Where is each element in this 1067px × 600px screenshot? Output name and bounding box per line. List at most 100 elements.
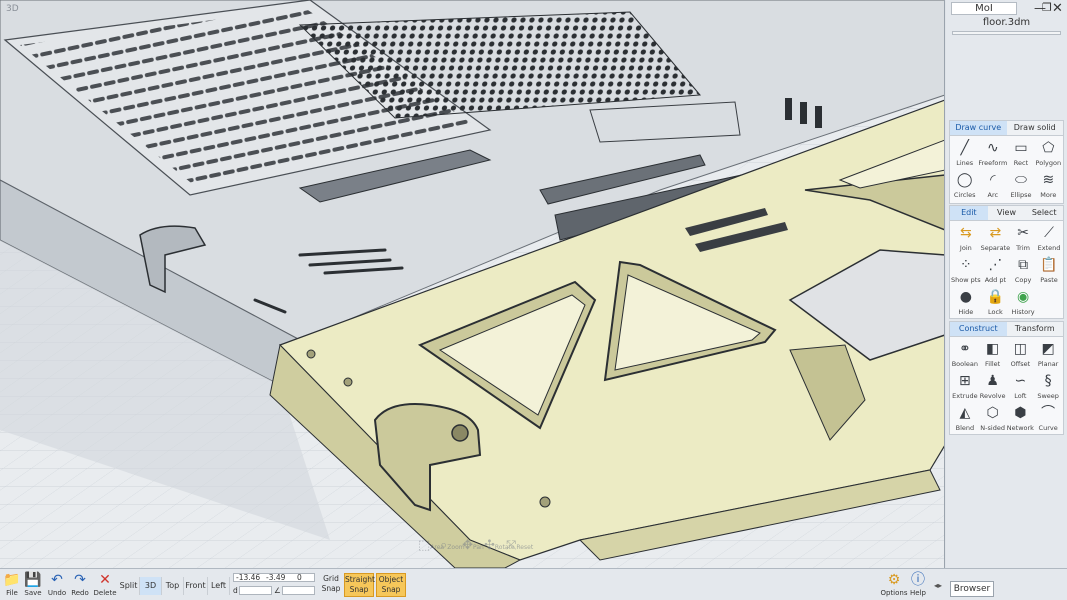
- straight-snap-toggle[interactable]: Straight Snap: [344, 573, 375, 597]
- join-button[interactable]: ⇆ Join: [951, 223, 981, 255]
- delete-button[interactable]: ✕ Delete: [93, 571, 117, 598]
- tab-view[interactable]: View: [988, 206, 1026, 220]
- delete-x-icon: ✕: [99, 572, 111, 588]
- tab-select[interactable]: Select: [1025, 206, 1063, 220]
- tab-draw-curve[interactable]: Draw curve: [950, 121, 1007, 135]
- paste-button[interactable]: 📋 Paste: [1036, 255, 1062, 287]
- paste-icon: 📋: [1040, 257, 1058, 273]
- loft-button[interactable]: ∽ Loft: [1007, 371, 1035, 403]
- lock-icon: 🔒: [986, 289, 1005, 305]
- command-options-area: [952, 31, 1061, 35]
- view-split-button[interactable]: Split: [118, 577, 140, 595]
- add-pt-icon: ⋰: [988, 257, 1003, 273]
- trim-button[interactable]: ✂ Trim: [1010, 223, 1036, 255]
- tab-edit[interactable]: Edit: [950, 206, 988, 220]
- tab-draw-solid[interactable]: Draw solid: [1007, 121, 1064, 135]
- object-snap-toggle[interactable]: Object Snap: [376, 573, 406, 597]
- polygon-icon: ⬠: [1042, 140, 1055, 156]
- sweep-button[interactable]: § Sweep: [1034, 371, 1062, 403]
- loft-icon: ∽: [1014, 373, 1027, 389]
- offset-button[interactable]: ◫ Offset: [1007, 339, 1035, 371]
- tab-construct[interactable]: Construct: [950, 322, 1007, 336]
- extrude-button[interactable]: ⊞ Extrude: [951, 371, 979, 403]
- boolean-button[interactable]: ⚭ Boolean: [951, 339, 979, 371]
- circles-icon: ◯: [956, 172, 973, 188]
- polygon-button[interactable]: ⬠ Polygon: [1035, 138, 1062, 170]
- add-pt-button[interactable]: ⋰ Add pt: [981, 255, 1010, 287]
- angle-input[interactable]: [282, 586, 315, 595]
- zoom-area-tool[interactable]: ⬚Area: [418, 538, 444, 566]
- extend-icon: ⟋: [1044, 225, 1054, 241]
- pan-icon: ✥: [462, 538, 474, 553]
- rect-icon: ▭: [1014, 140, 1028, 156]
- network-button[interactable]: ⬢ Network: [1007, 403, 1035, 435]
- save-button[interactable]: 💾 Save: [22, 571, 44, 598]
- more-button[interactable]: ≋ More: [1035, 170, 1062, 202]
- options-gear-icon: ⚙: [887, 572, 901, 588]
- reset-icon: ⤧: [506, 538, 517, 553]
- lock-button[interactable]: 🔒 Lock: [981, 287, 1010, 319]
- reset-tool[interactable]: ⤧Reset: [506, 538, 533, 566]
- coord-y: -3.49: [266, 573, 286, 582]
- bottom-toolbar: 📁 File 💾 Save ↶ Undo ↷ Redo ✕ Delete Split 3D…: [0, 568, 1067, 600]
- view-left-button[interactable]: Left: [208, 577, 230, 595]
- zoom-area-icon: ⬚: [418, 538, 431, 553]
- curve-icon: ⌒: [1041, 405, 1056, 421]
- undo-button[interactable]: ↶ Undo: [46, 571, 68, 598]
- boolean-icon: ⚭: [959, 341, 971, 357]
- copy-button[interactable]: ⧉ Copy: [1010, 255, 1036, 287]
- extend-button[interactable]: ⟋ Extend: [1036, 223, 1062, 255]
- extrude-icon: ⊞: [959, 373, 971, 389]
- restore-button[interactable]: ❐: [1042, 1, 1052, 14]
- rotate-tool[interactable]: ✣Rotate: [484, 538, 515, 566]
- moi-window: 3D ⬚Area ⌕Zoom ✥Pan ✣Rotate ⤧Reset MoI —…: [0, 0, 1067, 600]
- join-icon: ⇆: [959, 225, 972, 241]
- hide-button[interactable]: ● Hide: [951, 287, 981, 319]
- browser-button[interactable]: Browser: [950, 581, 994, 597]
- fillet-icon: ◧: [986, 341, 1000, 357]
- zoom-tool[interactable]: ⌕Zoom: [440, 538, 465, 566]
- rect-button[interactable]: ▭ Rect: [1007, 138, 1034, 170]
- angle-label: ∠: [274, 586, 281, 595]
- blend-button[interactable]: ◭ Blend: [951, 403, 979, 435]
- app-title: MoI: [951, 2, 1017, 15]
- sweep-icon: §: [1044, 373, 1052, 389]
- arc-button[interactable]: ◜ Arc: [978, 170, 1007, 202]
- file-name: floor.3dm: [982, 17, 1031, 28]
- trim-icon: ✂: [1017, 225, 1029, 241]
- history-button[interactable]: ◉ History: [1010, 287, 1036, 319]
- view-nav-tools: ⬚Area ⌕Zoom ✥Pan ✣Rotate ⤧Reset: [418, 538, 533, 566]
- distance-input[interactable]: [239, 586, 272, 595]
- lines-button[interactable]: ╱ Lines: [951, 138, 978, 170]
- model-render: [0, 0, 944, 568]
- arc-icon: ◜: [990, 172, 996, 188]
- grid-snap-toggle[interactable]: Grid Snap: [319, 574, 343, 594]
- lines-icon: ╱: [960, 140, 969, 156]
- redo-icon: ↷: [74, 572, 86, 588]
- separate-button[interactable]: ⇄ Separate: [981, 223, 1010, 255]
- pan-tool[interactable]: ✥Pan: [462, 538, 484, 566]
- panel-toggle-arrows-icon[interactable]: ◂▸: [934, 581, 942, 590]
- close-button[interactable]: ✕: [1052, 1, 1063, 16]
- options-button[interactable]: ⚙ Options: [880, 571, 908, 598]
- edit-section: Edit View Select ⇆ Join ⇄ Separate ✂ Trim ⟋…: [949, 205, 1064, 319]
- show-pts-button[interactable]: ⁘ Show pts: [951, 255, 981, 287]
- nsided-button[interactable]: ⬡ N-sided: [979, 403, 1007, 435]
- tab-transform[interactable]: Transform: [1007, 322, 1064, 336]
- view-3d-button[interactable]: 3D: [140, 577, 162, 595]
- view-front-button[interactable]: Front: [184, 577, 208, 595]
- view-top-button[interactable]: Top: [162, 577, 184, 595]
- ellipse-button[interactable]: ⬭ Ellipse: [1007, 170, 1034, 202]
- redo-button[interactable]: ↷ Redo: [69, 571, 91, 598]
- viewport-label: 3D: [6, 4, 19, 14]
- curve-button[interactable]: ⌒ Curve: [1034, 403, 1062, 435]
- viewport-3d[interactable]: 3D ⬚Area ⌕Zoom ✥Pan ✣Rotate ⤧Reset: [0, 0, 945, 568]
- file-button[interactable]: 📁 File: [2, 571, 22, 598]
- fillet-button[interactable]: ◧ Fillet: [979, 339, 1007, 371]
- help-button[interactable]: ⓘ Help: [908, 571, 928, 598]
- circles-button[interactable]: ◯ Circles: [951, 170, 978, 202]
- revolve-icon: ♟: [986, 373, 999, 389]
- planar-button[interactable]: ◩ Planar: [1034, 339, 1062, 371]
- freeform-button[interactable]: ∿ Freeform: [978, 138, 1007, 170]
- revolve-button[interactable]: ♟ Revolve: [979, 371, 1007, 403]
